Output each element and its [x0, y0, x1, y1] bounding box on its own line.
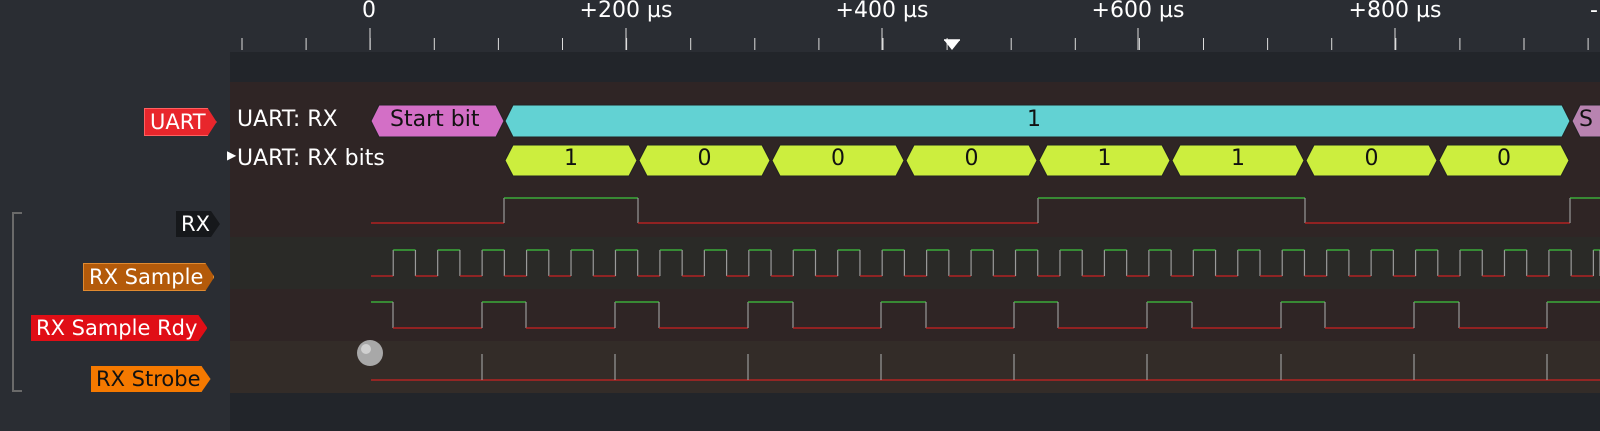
channel-name: RX Sample Rdy [36, 316, 198, 340]
decoder-tag-label: UART [150, 110, 206, 134]
channel-tag-rx-sample-rdy[interactable]: RX Sample Rdy [31, 315, 207, 341]
start-bit-label: Start bit [390, 107, 480, 132]
bit-cell-label: 1 [1097, 146, 1112, 171]
channel-tag-rx[interactable]: RX [176, 211, 220, 237]
decoder-row-rx-label: UART: RX [237, 107, 338, 132]
channel-tag-rx-strobe[interactable]: RX Strobe [91, 366, 211, 392]
data-byte-label: 1 [1027, 107, 1041, 132]
bit-cell-label: 0 [697, 146, 712, 171]
decoder-row-bits-label: UART: RX bits [237, 146, 385, 171]
decoder-tag-uart[interactable]: UART [144, 108, 217, 136]
bit-cell-label: 1 [1231, 146, 1245, 171]
channel-tag-rx-sample[interactable]: RX Sample [83, 263, 214, 291]
bit-cell-label: 0 [1364, 146, 1379, 171]
bit-cell-label: 1 [564, 146, 578, 171]
channel-name: RX Sample [89, 265, 204, 289]
channel-group-bracket [12, 212, 22, 392]
bit-cell-label: 0 [1497, 146, 1511, 171]
trigger-marker-icon [357, 340, 383, 366]
trace-area[interactable] [0, 0, 1600, 431]
next-annotation-label: S [1579, 107, 1593, 132]
bit-cell-label: 0 [964, 146, 979, 171]
bit-cell-label: 0 [831, 146, 845, 171]
channel-name: RX [181, 212, 210, 236]
logic-analyzer-view: 0 +200 µs +400 µs +600 µs +800 µs - UART… [0, 0, 1600, 431]
decoder-row-bits-expander-icon[interactable]: ▶ [227, 148, 236, 162]
channel-name: RX Strobe [96, 367, 201, 391]
